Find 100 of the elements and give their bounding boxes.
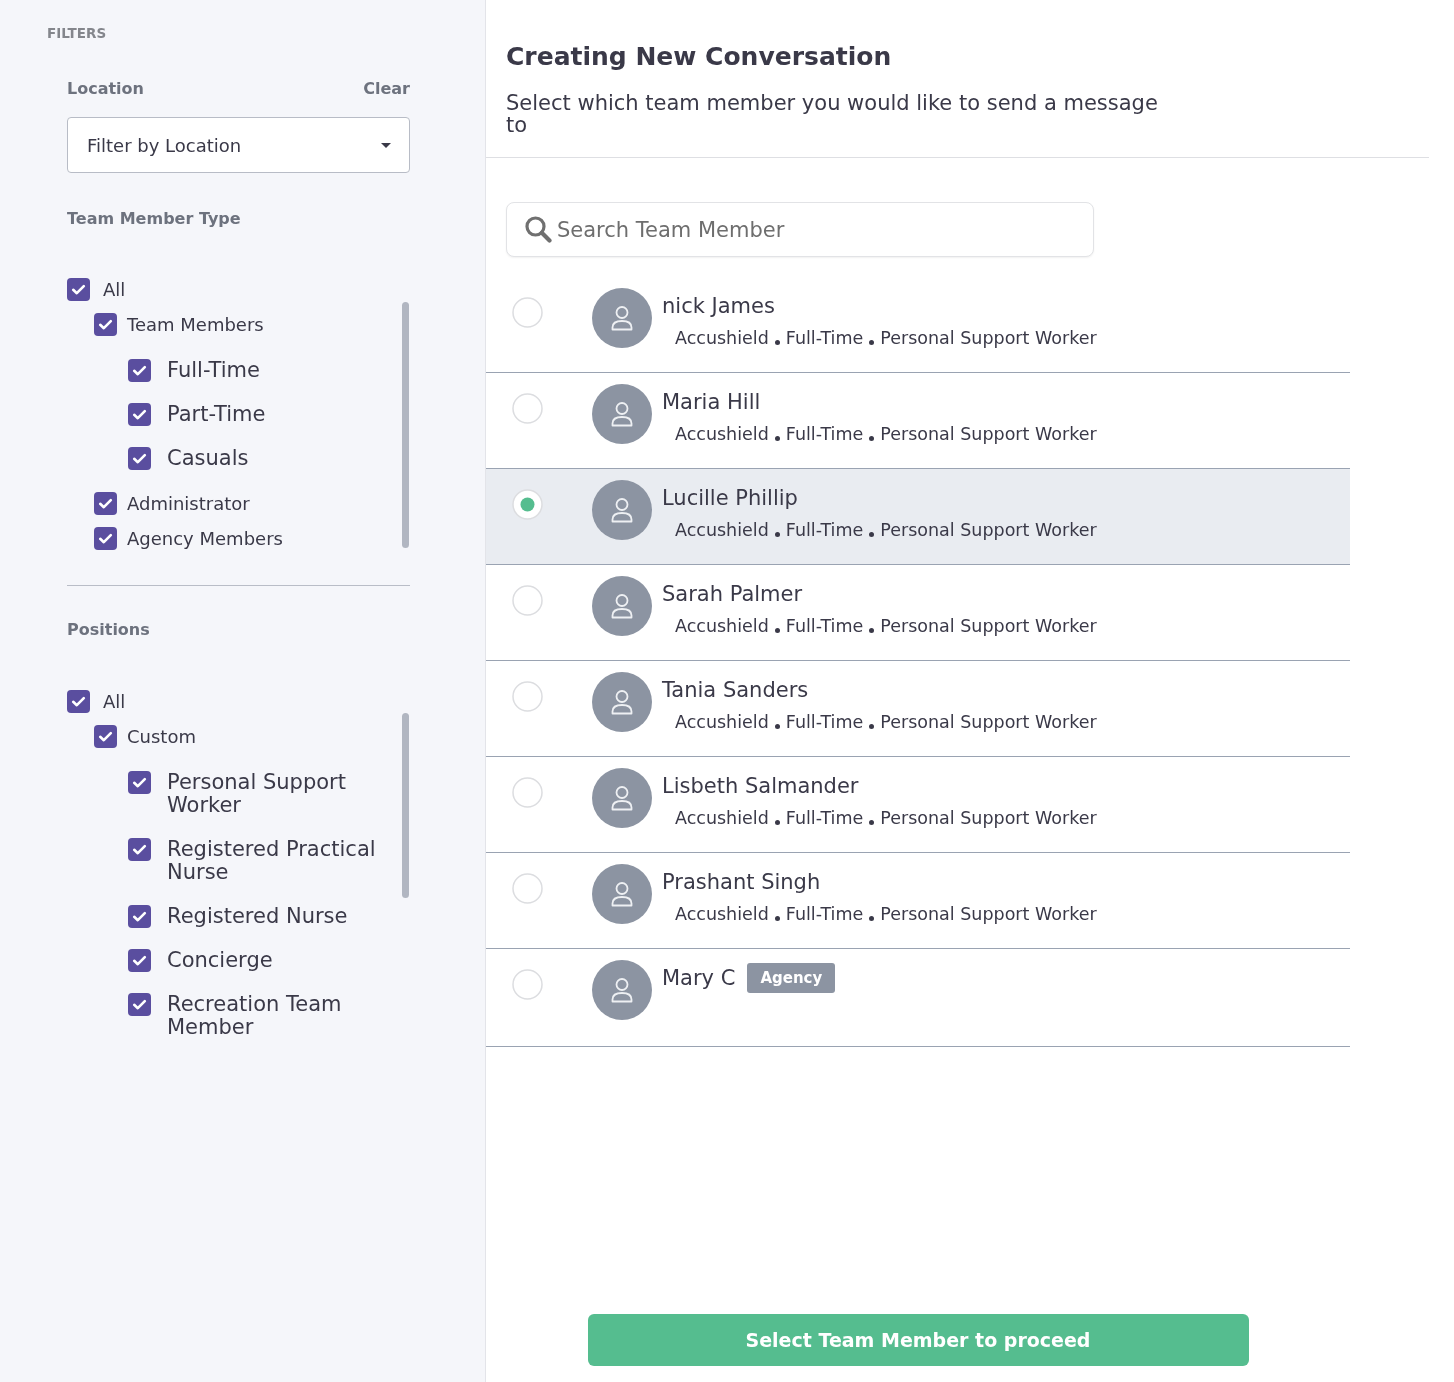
scrollbar-thumb[interactable] — [402, 302, 409, 548]
checkbox[interactable] — [128, 949, 151, 972]
bullet-icon — [869, 339, 875, 345]
bullet-icon — [774, 627, 780, 633]
organization-text: Accushield — [675, 711, 769, 733]
radio-button[interactable] — [512, 585, 543, 616]
checkbox[interactable] — [94, 492, 117, 515]
bullet-icon — [869, 531, 875, 537]
member-name: Mary C — [662, 965, 736, 991]
checkbox-label[interactable]: Full-Time — [167, 359, 260, 382]
checkbox[interactable] — [128, 993, 151, 1016]
employment-type-text: Full-Time — [785, 807, 864, 829]
member-name: Tania Sanders — [662, 677, 809, 703]
agency-badge: Agency — [747, 963, 836, 993]
organization-text: Accushield — [675, 807, 769, 829]
bullet-icon — [869, 723, 875, 729]
checkbox-label[interactable]: Casuals — [167, 447, 249, 470]
person-avatar-icon — [592, 480, 652, 540]
page-subtitle: Select which team member you would like to send a message to — [506, 92, 1159, 136]
radio-button[interactable] — [512, 969, 543, 1000]
person-avatar-icon — [592, 960, 652, 1020]
checkbox-label[interactable]: All — [103, 689, 126, 714]
person-avatar-icon — [592, 288, 652, 348]
member-name: nick James — [662, 293, 775, 319]
person-avatar-icon — [592, 864, 652, 924]
checkbox-label[interactable]: Personal Support Worker — [167, 771, 395, 817]
filters-title: FILTERS — [47, 24, 107, 42]
checkbox[interactable] — [94, 527, 117, 550]
location-heading: Location — [67, 78, 144, 100]
employment-type-text: Full-Time — [785, 327, 864, 349]
member-name: Maria Hill — [662, 389, 761, 415]
person-avatar-icon — [592, 672, 652, 732]
radio-button[interactable] — [512, 873, 543, 904]
checkbox[interactable] — [128, 447, 151, 470]
scrollbar-thumb[interactable] — [402, 713, 409, 898]
radio-button[interactable] — [512, 489, 543, 520]
checkbox[interactable] — [94, 725, 117, 748]
checkbox[interactable] — [67, 690, 90, 713]
team-member-type-heading: Team Member Type — [67, 208, 241, 230]
organization-text: Accushield — [675, 519, 769, 541]
organization-text: Accushield — [675, 903, 769, 925]
employment-type-text: Full-Time — [785, 519, 864, 541]
employment-type-text: Full-Time — [785, 903, 864, 925]
organization-text: Accushield — [675, 327, 769, 349]
checkbox[interactable] — [67, 278, 90, 301]
bullet-icon — [774, 339, 780, 345]
page-title: Creating New Conversation — [506, 41, 892, 73]
checkbox-label[interactable]: Registered Nurse — [167, 905, 348, 928]
radio-button[interactable] — [512, 393, 543, 424]
checkbox-label[interactable]: All — [103, 277, 126, 302]
checkbox-label[interactable]: Administrator — [127, 491, 250, 516]
checkbox[interactable] — [128, 359, 151, 382]
member-name: Lucille Phillip — [662, 485, 798, 511]
position-text: Personal Support Worker — [880, 423, 1097, 445]
position-text: Personal Support Worker — [880, 615, 1097, 637]
bullet-icon — [774, 819, 780, 825]
member-name: Sarah Palmer — [662, 581, 803, 607]
search-icon — [524, 215, 552, 243]
organization-text: Accushield — [675, 423, 769, 445]
checkbox-label[interactable]: Custom — [127, 724, 196, 749]
member-name: Lisbeth Salmander — [662, 773, 859, 799]
checkbox-label[interactable]: Part-Time — [167, 403, 266, 426]
checkbox[interactable] — [94, 313, 117, 336]
clear-button[interactable]: Clear — [363, 77, 410, 101]
checkbox[interactable] — [128, 905, 151, 928]
member-row[interactable]: Lucille Phillip Accushield Full-Time Personal Support Worker — [486, 469, 1350, 565]
checkbox-label[interactable]: Concierge — [167, 949, 273, 972]
bullet-icon — [869, 915, 875, 921]
radio-button[interactable] — [512, 681, 543, 712]
checkbox[interactable] — [128, 838, 151, 861]
member-name: Prashant Singh — [662, 869, 821, 895]
position-text: Personal Support Worker — [880, 519, 1097, 541]
employment-type-text: Full-Time — [785, 615, 864, 637]
checkbox-label[interactable]: Recreation Team Member — [167, 993, 395, 1039]
bullet-icon — [774, 531, 780, 537]
positions-heading: Positions — [67, 619, 150, 641]
checkbox-label[interactable]: Team Members — [127, 312, 264, 337]
bullet-icon — [869, 819, 875, 825]
organization-text: Accushield — [675, 615, 769, 637]
bullet-icon — [869, 627, 875, 633]
person-avatar-icon — [592, 576, 652, 636]
bullet-icon — [774, 915, 780, 921]
position-text: Personal Support Worker — [880, 903, 1097, 925]
checkbox[interactable] — [128, 771, 151, 794]
radio-button[interactable] — [512, 777, 543, 808]
location-dropdown[interactable]: Filter by Location — [67, 117, 410, 173]
position-text: Personal Support Worker — [880, 807, 1097, 829]
employment-type-text: Full-Time — [785, 711, 864, 733]
person-avatar-icon — [592, 768, 652, 828]
position-text: Personal Support Worker — [880, 711, 1097, 733]
checkbox-label[interactable]: Agency Members — [127, 526, 283, 551]
bullet-icon — [774, 435, 780, 441]
checkbox-label[interactable]: Registered Practical Nurse — [167, 838, 395, 884]
checkbox[interactable] — [128, 403, 151, 426]
employment-type-text: Full-Time — [785, 423, 864, 445]
radio-button[interactable] — [512, 297, 543, 328]
position-text: Personal Support Worker — [880, 327, 1097, 349]
bullet-icon — [774, 723, 780, 729]
bullet-icon — [869, 435, 875, 441]
search-field[interactable]: Search Team Member — [506, 202, 1094, 257]
